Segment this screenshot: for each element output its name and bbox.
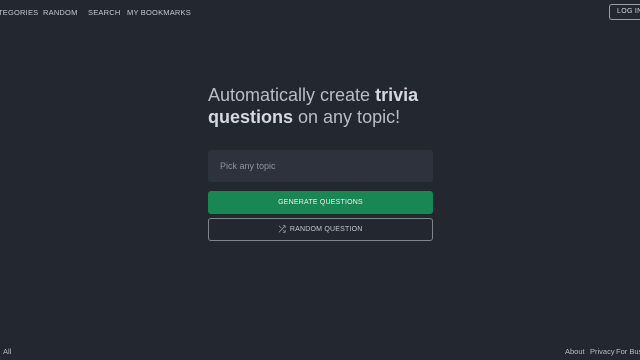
- generate-questions-button[interactable]: GENERATE QUESTIONS: [208, 191, 433, 214]
- nav-bookmarks-link[interactable]: MY BOOKMARKS: [127, 8, 191, 17]
- footer-all-link[interactable]: All: [3, 347, 11, 356]
- hero-line2-bold: questions: [208, 107, 294, 127]
- hero-line1-prefix: Automatically create: [208, 85, 376, 105]
- random-question-label: RANDOM QUESTION: [289, 226, 363, 233]
- hero-line2-suffix: on any topic!: [293, 107, 401, 127]
- login-button[interactable]: LOG IN: [609, 4, 640, 20]
- topic-input[interactable]: [208, 150, 433, 182]
- nav-search-link[interactable]: SEARCH: [88, 8, 120, 17]
- footer-about-link[interactable]: About: [565, 347, 585, 356]
- hero-heading: Automatically create trivia questions on…: [208, 84, 438, 128]
- generate-questions-label: GENERATE QUESTIONS: [278, 199, 363, 206]
- footer-for-business-link[interactable]: For Bus: [616, 347, 640, 356]
- top-navigation: TEGORIES RANDOM SEARCH MY BOOKMARKS LOG …: [0, 0, 640, 26]
- random-question-button[interactable]: ⤮ RANDOM QUESTION: [208, 218, 433, 241]
- shuffle-icon: ⤮: [278, 224, 286, 234]
- nav-random-link[interactable]: RANDOM: [43, 8, 78, 17]
- nav-categories-link[interactable]: TEGORIES: [0, 8, 38, 17]
- hero-line1-bold: trivia: [375, 85, 419, 105]
- footer-privacy-link[interactable]: Privacy: [590, 347, 615, 356]
